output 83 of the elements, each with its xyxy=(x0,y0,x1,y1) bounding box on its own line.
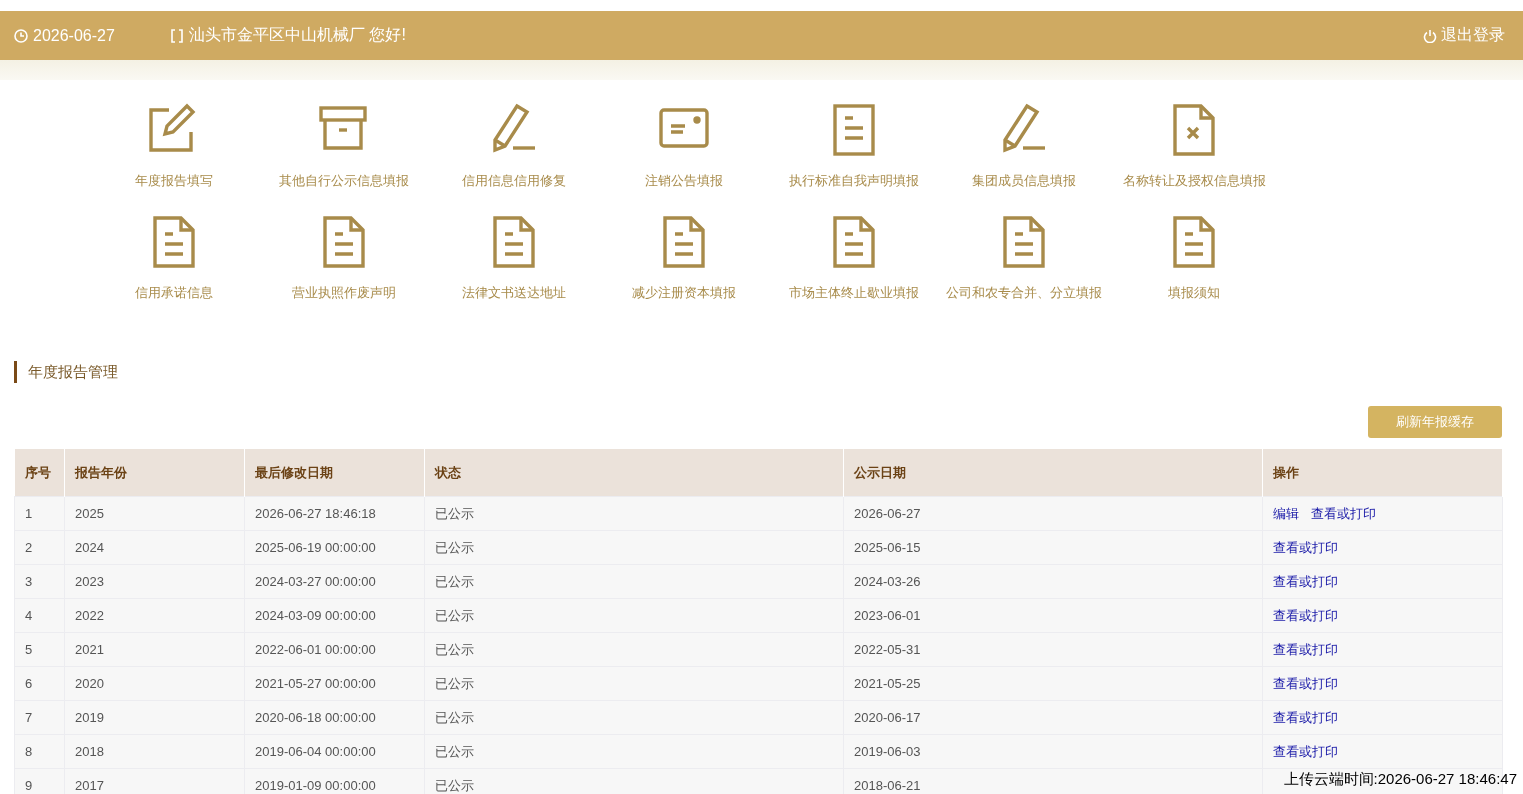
action-link[interactable]: 查看或打印 xyxy=(1273,539,1338,555)
table-cell: 8 xyxy=(14,734,65,769)
table-cell: 2022-05-31 xyxy=(843,632,1263,667)
table-cell: 2018 xyxy=(64,734,245,769)
table-cell: 已公示 xyxy=(424,564,844,599)
greeting-text: 汕头市金平区中山机械厂 您好! xyxy=(189,25,406,45)
bracket-icon xyxy=(171,28,183,43)
action-link[interactable]: 查看或打印 xyxy=(1273,675,1338,691)
table-cell: 7 xyxy=(14,700,65,735)
shortcut-link[interactable]: 执行标准自我声明填报 xyxy=(789,173,919,189)
shortcut-link[interactable]: 信用承诺信息 xyxy=(135,285,213,301)
refresh-cache-button[interactable]: 刷新年报缓存 xyxy=(1368,406,1502,438)
table-cell: 2 xyxy=(14,530,65,565)
table-cell: 2022-06-01 00:00:00 xyxy=(244,632,425,667)
table-cell: 9 xyxy=(14,768,65,794)
table-cell: 已公示 xyxy=(424,598,844,633)
table-cell: 2019-01-09 00:00:00 xyxy=(244,768,425,794)
upload-time-text: 上传云端时间:2026-06-27 18:46:47 xyxy=(1283,770,1517,787)
table-cell: 已公示 xyxy=(424,768,844,794)
shortcut-link[interactable]: 集团成员信息填报 xyxy=(972,173,1076,189)
table-cell: 2019-06-03 xyxy=(843,734,1263,769)
table-cell: 2019-06-04 00:00:00 xyxy=(244,734,425,769)
action-link[interactable]: 查看或打印 xyxy=(1311,505,1376,521)
table-cell: 已公示 xyxy=(424,700,844,735)
table-cell: 已公示 xyxy=(424,530,844,565)
table-cell: 2020 xyxy=(64,666,245,701)
table-cell: 6 xyxy=(14,666,65,701)
action-link[interactable]: 查看或打印 xyxy=(1273,709,1338,725)
table-cell: 2024-03-27 00:00:00 xyxy=(244,564,425,599)
column-header: 最后修改日期 xyxy=(244,449,425,497)
shortcut-link[interactable]: 注销公告填报 xyxy=(645,173,723,189)
power-icon xyxy=(1423,28,1437,43)
table-cell: 2020-06-18 00:00:00 xyxy=(244,700,425,735)
table-cell: 2024-03-26 xyxy=(843,564,1263,599)
column-header: 报告年份 xyxy=(64,449,245,497)
logout-link[interactable]: 退出登录 xyxy=(1423,25,1505,46)
table-cell: 已公示 xyxy=(424,734,844,769)
table-cell: 5 xyxy=(14,632,65,667)
table-cell: 已公示 xyxy=(424,632,844,667)
table-cell: 2017 xyxy=(64,768,245,794)
section-title: 年度报告管理 xyxy=(14,361,118,383)
column-header: 操作 xyxy=(1262,449,1503,497)
shortcut-link[interactable]: 名称转让及授权信息填报 xyxy=(1122,173,1266,189)
column-header: 公示日期 xyxy=(843,449,1263,497)
table-cell: 2019 xyxy=(64,700,245,735)
action-link[interactable]: 查看或打印 xyxy=(1273,607,1338,623)
table-cell: 2025 xyxy=(64,496,245,531)
shortcut-link[interactable]: 法律文书送达地址 xyxy=(462,285,566,301)
table-cell: 2023 xyxy=(64,564,245,599)
table-cell: 2025-06-19 00:00:00 xyxy=(244,530,425,565)
table-cell: 已公示 xyxy=(424,496,844,531)
table-cell: 2020-06-17 xyxy=(843,700,1263,735)
table-cell: 2021-05-25 xyxy=(843,666,1263,701)
clock-icon xyxy=(14,28,28,43)
table-cell: 2024 xyxy=(64,530,245,565)
table-cell: 2024-03-09 00:00:00 xyxy=(244,598,425,633)
table-cell: 2026-06-27 xyxy=(843,496,1263,531)
shortcut-link[interactable]: 减少注册资本填报 xyxy=(632,285,736,301)
shortcut-link[interactable]: 年度报告填写 xyxy=(135,173,213,189)
column-header: 序号 xyxy=(14,449,65,497)
table-cell: 已公示 xyxy=(424,666,844,701)
action-link[interactable]: 编辑 xyxy=(1273,505,1299,521)
table-cell: 2022 xyxy=(64,598,245,633)
table-cell: 2018-06-21 xyxy=(843,768,1263,794)
shortcut-link[interactable]: 信用信息信用修复 xyxy=(462,173,566,189)
table-cell: 2021 xyxy=(64,632,245,667)
shortcut-link[interactable]: 市场主体终止歇业填报 xyxy=(789,285,919,301)
shortcut-link[interactable]: 填报须知 xyxy=(1168,285,1220,301)
table-cell: 2021-05-27 00:00:00 xyxy=(244,666,425,701)
action-link[interactable]: 查看或打印 xyxy=(1273,641,1338,657)
shortcut-link[interactable]: 公司和农专合并、分立填报 xyxy=(946,285,1102,301)
column-header: 状态 xyxy=(424,449,844,497)
action-link[interactable]: 查看或打印 xyxy=(1273,573,1338,589)
table-cell: 2025-06-15 xyxy=(843,530,1263,565)
table-cell: 2023-06-01 xyxy=(843,598,1263,633)
table-cell: 1 xyxy=(14,496,65,531)
shortcut-link[interactable]: 其他自行公示信息填报 xyxy=(279,173,409,189)
date-text: 2026-06-27 xyxy=(33,26,115,45)
table-cell: 3 xyxy=(14,564,65,599)
table-cell: 4 xyxy=(14,598,65,633)
shortcut-link[interactable]: 营业执照作废声明 xyxy=(292,285,396,301)
table-cell: 2026-06-27 18:46:18 xyxy=(244,496,425,531)
action-link[interactable]: 查看或打印 xyxy=(1273,743,1338,759)
